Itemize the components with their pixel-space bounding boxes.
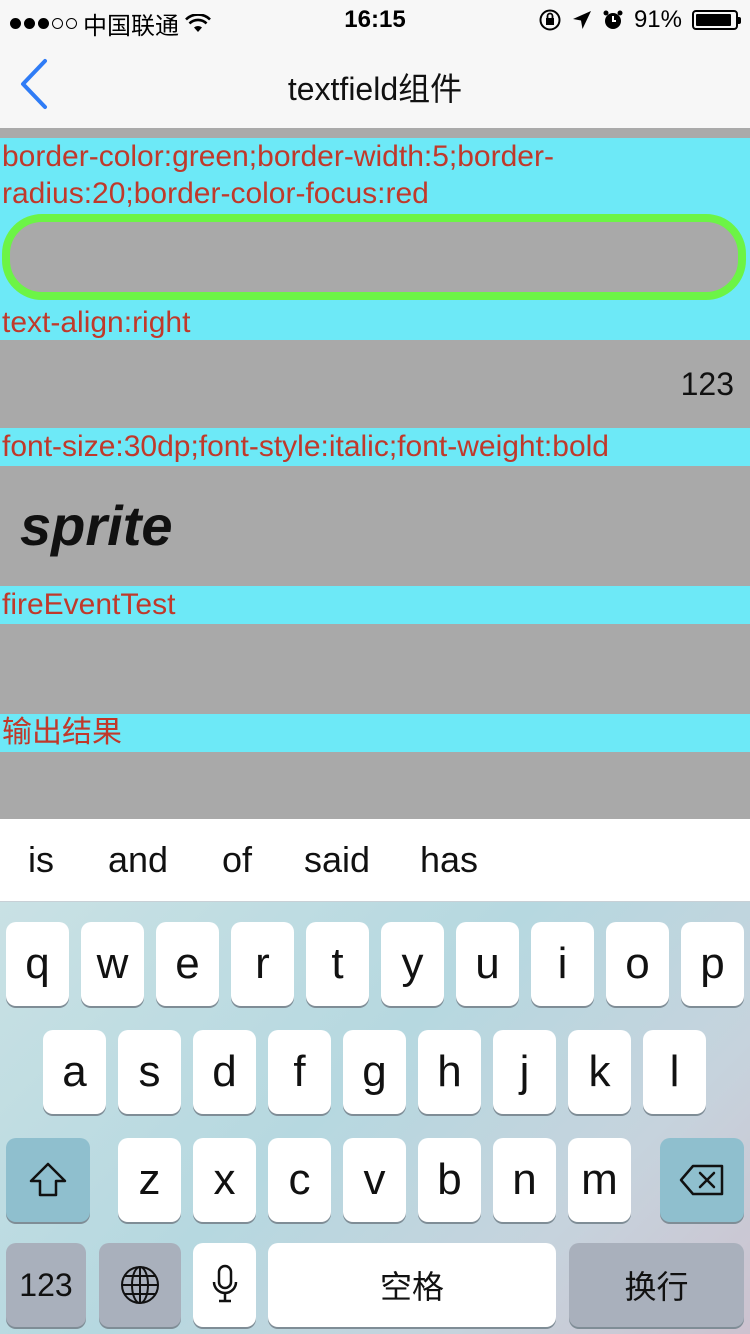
rotation-lock-icon xyxy=(539,9,561,31)
return-key[interactable]: 换行 xyxy=(569,1243,744,1327)
key-h[interactable]: h xyxy=(418,1030,481,1114)
key-y[interactable]: y xyxy=(381,922,444,1006)
key-b[interactable]: b xyxy=(418,1138,481,1222)
key-p[interactable]: p xyxy=(681,922,744,1006)
fire-event-label: fireEventTest xyxy=(0,586,750,624)
output-textfield[interactable] xyxy=(0,752,750,819)
battery-icon xyxy=(692,10,741,30)
shift-key[interactable] xyxy=(6,1138,90,1222)
italic-bold-textfield[interactable]: sprite xyxy=(0,466,750,586)
output-label: 输出结果 xyxy=(0,714,750,752)
key-j[interactable]: j xyxy=(493,1030,556,1114)
key-l[interactable]: l xyxy=(643,1030,706,1114)
suggestion-word[interactable]: has xyxy=(420,839,478,881)
microphone-icon xyxy=(212,1264,237,1303)
key-w[interactable]: w xyxy=(81,922,144,1006)
language-key[interactable] xyxy=(99,1243,181,1327)
suggestion-word[interactable]: and xyxy=(108,839,168,881)
page-title: textfield组件 xyxy=(287,71,463,107)
shift-icon xyxy=(29,1162,67,1197)
suggestion-word[interactable]: of xyxy=(222,839,252,881)
key-e[interactable]: e xyxy=(156,922,219,1006)
numbers-key[interactable]: 123 xyxy=(6,1243,86,1327)
key-q[interactable]: q xyxy=(6,922,69,1006)
fire-event-textfield[interactable] xyxy=(0,624,750,714)
suggestion-word[interactable]: is xyxy=(28,839,54,881)
key-n[interactable]: n xyxy=(493,1138,556,1222)
status-bar: 中国联通 16:15 91% xyxy=(0,0,750,40)
content-area: border-color:green;border-width:5;border… xyxy=(0,128,750,819)
alarm-icon xyxy=(603,10,623,29)
key-f[interactable]: f xyxy=(268,1030,331,1114)
nav-bar: textfield组件 xyxy=(0,40,750,128)
key-d[interactable]: d xyxy=(193,1030,256,1114)
key-v[interactable]: v xyxy=(343,1138,406,1222)
text-align-label: text-align:right xyxy=(0,304,750,340)
backspace-key[interactable] xyxy=(660,1138,744,1222)
border-style-label: border-color:green;border-width:5;border… xyxy=(0,138,750,214)
battery-percent: 91% xyxy=(633,6,682,33)
suggestion-word[interactable]: said xyxy=(304,839,370,881)
key-c[interactable]: c xyxy=(268,1138,331,1222)
right-aligned-textfield[interactable]: 123 xyxy=(0,340,750,428)
key-t[interactable]: t xyxy=(306,922,369,1006)
key-a[interactable]: a xyxy=(43,1030,106,1114)
key-i[interactable]: i xyxy=(531,922,594,1006)
key-x[interactable]: x xyxy=(193,1138,256,1222)
key-g[interactable]: g xyxy=(343,1030,406,1114)
key-s[interactable]: s xyxy=(118,1030,181,1114)
key-o[interactable]: o xyxy=(606,922,669,1006)
globe-icon xyxy=(121,1266,159,1304)
key-z[interactable]: z xyxy=(118,1138,181,1222)
dictation-key[interactable] xyxy=(193,1243,256,1327)
key-u[interactable]: u xyxy=(456,922,519,1006)
space-key[interactable]: 空格 xyxy=(268,1243,556,1327)
key-k[interactable]: k xyxy=(568,1030,631,1114)
keyboard: q w e r t y u i o p a s d f g h j k l z … xyxy=(0,902,750,1334)
location-arrow-icon xyxy=(572,11,591,29)
backspace-icon xyxy=(679,1164,724,1196)
status-right: 91% xyxy=(538,6,741,34)
keyboard-suggestion-bar: is and of said has xyxy=(0,819,750,902)
font-style-label: font-size:30dp;font-style:italic;font-we… xyxy=(0,428,750,466)
key-r[interactable]: r xyxy=(231,922,294,1006)
bordered-textfield[interactable] xyxy=(2,214,746,300)
key-m[interactable]: m xyxy=(568,1138,631,1222)
